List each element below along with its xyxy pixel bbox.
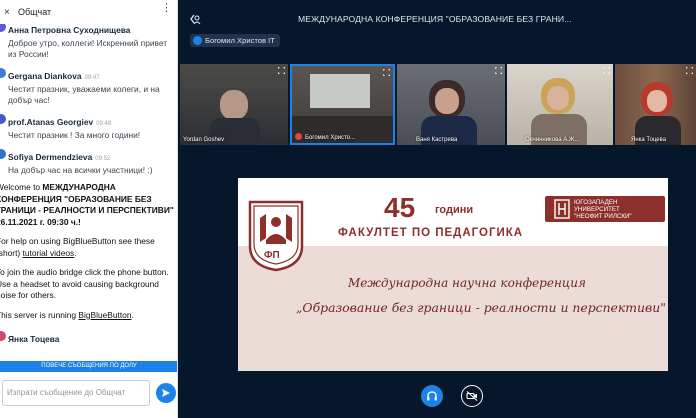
presenter-name: Богомил Христов IT [205, 36, 275, 45]
video-feed [310, 74, 370, 108]
video-feed [547, 86, 569, 110]
message-time: 09:52 [95, 156, 111, 162]
message-text: На добър час на всички участници! :) [8, 165, 153, 175]
message-author: Gergana Diankova [8, 71, 82, 81]
tile-name: Yordan Goshev [183, 137, 225, 143]
chat-message: Анна Петровна Суходнищева Доброе утро, к… [0, 24, 176, 60]
presenter-avatar [193, 36, 202, 45]
conference-name: „Образование без граници - реалности и п… [296, 300, 666, 315]
audio-help-text: To join the audio bridge click the phone… [0, 267, 169, 300]
logo-letters: ФП [264, 250, 280, 261]
video-feed [220, 90, 248, 120]
message-author: Sofiya Dermendzieva [8, 152, 93, 162]
video-tile[interactable]: Овчинникова А.Ж... [507, 64, 613, 145]
video-feed [647, 90, 667, 112]
close-chat-icon[interactable]: × [4, 7, 14, 18]
back-chevron-icon[interactable] [188, 12, 202, 26]
message-author: Янка Тоцева [8, 334, 60, 344]
video-tile[interactable]: Ваня Кастрева [397, 64, 505, 145]
avatar [0, 24, 6, 32]
chat-title: Общчат [18, 7, 52, 17]
fullscreen-icon[interactable] [278, 67, 285, 74]
welcome-label: Welcome to [0, 182, 41, 192]
tile-name: Янка Тоцева [631, 137, 667, 143]
help-text-end: . [74, 247, 77, 258]
meeting-title: МЕЖДУНАРОДНА КОНФЕРЕНЦИЯ "ОБРАЗОВАНИЕ БЕ… [298, 14, 572, 24]
years-number: 45 [384, 192, 416, 223]
message-text: Честит празник, уважаеми колеги, и на до… [8, 84, 160, 105]
video-feed [435, 88, 459, 114]
message-text: Доброе утро, коллеги! Искренний привет и… [8, 38, 168, 59]
video-camera-off-icon [466, 391, 478, 401]
server-text-end: . [131, 309, 134, 320]
video-tile[interactable]: Yordan Goshev [180, 64, 288, 145]
tile-name: Овчинникова А.Ж... [525, 137, 580, 143]
bigbluebutton-link[interactable]: BigBlueButton [78, 310, 131, 320]
send-icon [162, 389, 170, 397]
chat-message: prof.Atanas Georgiev 09:48 Честит празник… [0, 112, 176, 141]
university-line-3: "НЕОФИТ РИЛСКИ" [574, 213, 632, 220]
headphones-icon [427, 391, 437, 401]
tutorial-videos-link[interactable]: tutorial videos [23, 248, 75, 258]
message-time: 09:47 [84, 75, 100, 81]
fullscreen-icon[interactable] [495, 67, 502, 74]
welcome-message: Welcome to МЕЖДУНАРОДНА КОНФЕРЕНЦИЯ "ОБР… [0, 182, 176, 321]
fullscreen-icon[interactable] [383, 69, 390, 76]
meeting-topbar: МЕЖДУНАРОДНА КОНФЕРЕНЦИЯ "ОБРАЗОВАНИЕ БЕ… [178, 0, 696, 38]
video-tile[interactable]: Богомил Христо... [290, 64, 395, 145]
message-author: Анна Петровна Суходнищева [8, 25, 131, 35]
tile-name: Богомил Христо... [305, 135, 356, 141]
new-messages-button[interactable]: ПОВЕЧЕ СЪОБЩЕНИЯ ПО ДОЛУ [0, 361, 177, 372]
message-text: Честит празник ! За много години! [8, 130, 141, 140]
chat-header: × Общчат ⋮ [0, 0, 177, 24]
send-button[interactable] [156, 383, 176, 403]
share-webcam-button[interactable] [461, 385, 483, 407]
fullscreen-icon[interactable] [686, 67, 693, 74]
video-tile[interactable]: Янка Тоцева [615, 64, 696, 145]
chat-options-icon[interactable]: ⋮ [161, 3, 172, 14]
years-word: години [435, 204, 474, 216]
avatar [0, 331, 6, 341]
meeting-area: МЕЖДУНАРОДНА КОНФЕРЕНЦИЯ "ОБРАЗОВАНИЕ БЕ… [178, 0, 696, 418]
chat-message: Sofiya Dermendzieva 09:52 На добър час на… [0, 147, 176, 176]
presentation-slide[interactable]: ФП 45 години ФАКУЛТЕТ ПО ПЕДАГОГИКА ЮГОЗ… [238, 178, 668, 371]
fullscreen-icon[interactable] [603, 67, 610, 74]
avatar [0, 114, 6, 124]
chat-messages[interactable]: Анна Петровна Суходнищева Доброе утро, к… [0, 24, 176, 360]
muted-mic-icon [295, 133, 302, 140]
audio-button[interactable] [421, 385, 443, 407]
university-line-2: УНИВЕРСИТЕТ [574, 206, 620, 213]
chat-message: Янка Тоцева [0, 329, 176, 347]
tile-name: Ваня Кастрева [416, 137, 458, 143]
faculty-name: ФАКУЛТЕТ ПО ПЕДАГОГИКА [338, 227, 524, 239]
university-line-1: ЮГОЗАПАДЕН [574, 199, 618, 206]
message-time: 09:48 [96, 121, 112, 127]
conference-type: Международна научна конференция [348, 276, 586, 290]
chat-input-row: Изпрати съобщение до Общчат [0, 374, 177, 418]
avatar [0, 149, 6, 159]
university-logo-icon [554, 199, 570, 219]
chat-panel: × Общчат ⋮ Анна Петровна Суходнищева Доб… [0, 0, 178, 418]
chat-message: Gergana Diankova 09:47 Честит празник, ув… [0, 66, 176, 106]
avatar [0, 68, 6, 78]
faculty-logo-icon: ФП [248, 200, 304, 272]
message-author: prof.Atanas Georgiev [8, 117, 94, 127]
chat-message-input[interactable]: Изпрати съобщение до Общчат [2, 380, 150, 406]
presenter-indicator: Богомил Христов IT [190, 34, 280, 47]
university-name: ЮГОЗАПАДЕН УНИВЕРСИТЕТ "НЕОФИТ РИЛСКИ" [574, 199, 632, 220]
server-text: This server is running [0, 309, 77, 320]
